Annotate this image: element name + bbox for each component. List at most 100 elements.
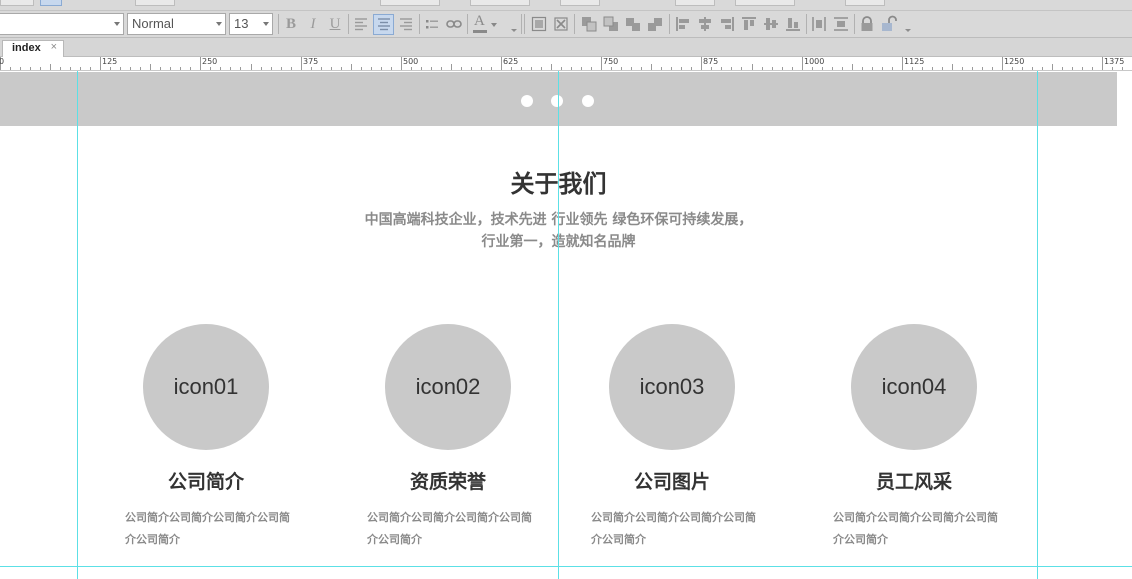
ruler-label: 1250 (1004, 57, 1025, 66)
distribute-horizontal-icon[interactable] (810, 15, 828, 33)
font-color-icon[interactable]: A (472, 13, 497, 33)
group-icon[interactable] (530, 15, 548, 33)
ungroup-icon[interactable] (552, 15, 570, 33)
chevron-down-icon[interactable] (511, 29, 517, 32)
toolbar-stub[interactable] (380, 0, 440, 6)
ruler-tick (772, 67, 773, 70)
ruler-tick (912, 67, 913, 70)
ruler-tick (691, 67, 692, 70)
layout-guide[interactable] (558, 71, 559, 579)
font-size-select[interactable]: 13 (229, 13, 273, 35)
toolbar-stub[interactable] (560, 0, 600, 6)
toolbar-stub[interactable] (135, 0, 175, 6)
close-icon[interactable]: × (51, 41, 57, 53)
ruler-tick (792, 67, 793, 70)
layout-guide[interactable] (0, 566, 1132, 567)
feature-description: 公司简介公司简介公司简介公司简介公司简介 (367, 511, 532, 546)
send-backward-icon[interactable] (646, 15, 664, 33)
align-objects-top-icon[interactable] (740, 15, 758, 33)
chevron-down-icon (114, 22, 120, 26)
bring-front-icon[interactable] (580, 15, 598, 33)
ruler-label: 250 (202, 57, 218, 66)
ruler-tick (1092, 67, 1093, 70)
ruler-tick (130, 67, 131, 70)
align-objects-bottom-icon[interactable] (784, 15, 802, 33)
toolbar-stub-active[interactable] (40, 0, 62, 6)
toolbar-stub[interactable] (470, 0, 530, 6)
ruler-tick (1032, 67, 1033, 70)
ruler-tick (711, 67, 712, 70)
feature-icon-placeholder: icon02 (385, 324, 511, 450)
horizontal-ruler: 0 125 250 375 500 625 750 875 1000 1125 1250 1375 (0, 57, 1132, 71)
ruler-tick (491, 67, 492, 70)
underline-button[interactable]: U (325, 14, 345, 34)
toolbar-separator (348, 14, 349, 34)
ruler-tick (301, 57, 302, 70)
ruler-tick (972, 67, 973, 70)
ruler-tick (441, 67, 442, 70)
ruler-label: 1125 (904, 57, 925, 66)
layout-guide[interactable] (1037, 71, 1038, 579)
bold-button[interactable]: B (281, 14, 301, 34)
chevron-down-icon[interactable] (905, 29, 911, 32)
ruler-tick (271, 67, 272, 70)
distribute-vertical-icon[interactable] (832, 15, 850, 33)
chevron-down-icon (491, 23, 497, 27)
align-center-icon[interactable] (373, 14, 394, 35)
ruler-tick (1022, 67, 1023, 70)
align-right-icon[interactable] (397, 15, 415, 33)
ruler-tick (110, 67, 111, 70)
font-family-select[interactable] (0, 13, 124, 35)
carousel-dot[interactable] (521, 95, 533, 107)
feature-description: 公司简介公司简介公司简介公司简介公司简介 (833, 511, 998, 546)
feature-icon-placeholder: icon01 (143, 324, 269, 450)
ruler-tick (90, 67, 91, 70)
ruler-label: 875 (703, 57, 719, 66)
ruler-tick (1012, 67, 1013, 70)
ruler-tick (1102, 57, 1103, 70)
align-left-icon[interactable] (352, 15, 370, 33)
unlock-icon[interactable] (880, 15, 898, 33)
toolbar-stub[interactable] (0, 0, 34, 6)
ruler-tick (321, 67, 322, 70)
italic-button[interactable]: I (303, 14, 323, 34)
ruler-tick (962, 67, 963, 70)
carousel-dot[interactable] (551, 95, 563, 107)
ruler-tick (431, 67, 432, 70)
align-objects-right-icon[interactable] (718, 15, 736, 33)
link-icon[interactable] (445, 15, 463, 33)
ruler-tick (631, 67, 632, 70)
lock-icon[interactable] (858, 15, 876, 33)
toolbar-stub[interactable] (675, 0, 715, 6)
ruler-tick (120, 67, 121, 70)
layout-guide[interactable] (77, 71, 78, 579)
toolbar-stub[interactable] (735, 0, 795, 6)
style-select[interactable]: Normal (127, 13, 226, 35)
ruler-tick (70, 67, 71, 70)
carousel-dot[interactable] (582, 95, 594, 107)
bring-forward-icon[interactable] (624, 15, 642, 33)
ruler-tick (261, 67, 262, 70)
ruler-tick (731, 67, 732, 70)
align-objects-center-icon[interactable] (696, 15, 714, 33)
design-canvas[interactable]: 关于我们 中国高端科技企业，技术先进 行业领先 绿色环保可持续发展， 行业第一，… (0, 72, 1132, 579)
send-back-icon[interactable] (602, 15, 620, 33)
ruler-tick (591, 67, 592, 70)
toolbar-stub[interactable] (845, 0, 885, 6)
ruler-tick (521, 67, 522, 70)
align-objects-middle-icon[interactable] (762, 15, 780, 33)
tab-index[interactable]: index × (2, 40, 64, 57)
ruler-tick (100, 57, 101, 70)
ruler-tick (40, 67, 41, 70)
bullet-list-icon[interactable] (423, 15, 441, 33)
ruler-tick (992, 67, 993, 70)
ruler-tick (50, 64, 51, 70)
ruler-tick (531, 67, 532, 70)
toolbar-separator (419, 14, 420, 34)
align-objects-left-icon[interactable] (674, 15, 692, 33)
ruler-label: 1000 (804, 57, 825, 66)
ruler-tick (882, 67, 883, 70)
ruler-tick (651, 64, 652, 70)
ruler-tick (621, 67, 622, 70)
ruler-tick (681, 67, 682, 70)
